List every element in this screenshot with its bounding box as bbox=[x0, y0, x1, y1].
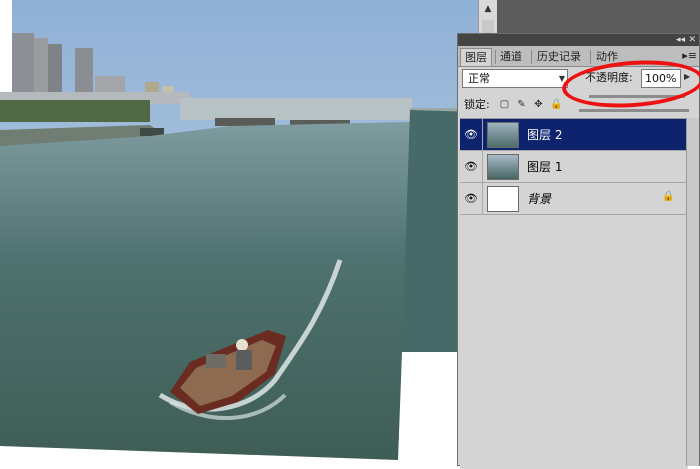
close-icon[interactable]: ✕ bbox=[688, 34, 696, 46]
tab-layers[interactable]: 图层 bbox=[460, 48, 492, 66]
layer-row-layer-2[interactable]: 👁 图层 2 bbox=[460, 119, 688, 151]
layer-thumbnail bbox=[487, 122, 519, 148]
layer-name[interactable]: 图层 1 bbox=[527, 159, 562, 175]
layers-list: 👁 图层 2 👁 图层 1 👁 背景 🔒 bbox=[460, 118, 688, 469]
layers-panel-scrollbar[interactable] bbox=[686, 118, 699, 466]
lock-all-icon[interactable]: 🔒 bbox=[550, 99, 562, 110]
collapse-icon[interactable]: ◂◂ bbox=[676, 34, 685, 46]
scroll-up-icon[interactable]: ▲ bbox=[483, 4, 493, 14]
fill-slider[interactable] bbox=[579, 109, 689, 112]
blend-mode-select[interactable]: 正常 ▼ bbox=[462, 69, 568, 88]
tab-channels[interactable]: 通道 bbox=[496, 48, 526, 66]
layer-name[interactable]: 图层 2 bbox=[527, 127, 562, 143]
eye-icon[interactable]: 👁 bbox=[464, 193, 478, 205]
panel-menu-icon[interactable]: ▸≡ bbox=[682, 49, 697, 62]
panel-titlebar: ◂◂ ✕ bbox=[458, 34, 699, 46]
layer-name[interactable]: 背景 bbox=[527, 191, 551, 207]
layer-thumbnail bbox=[487, 154, 519, 180]
lock-move-icon[interactable]: ✥ bbox=[533, 99, 544, 110]
layer-thumbnail bbox=[487, 186, 519, 212]
lock-icon: 🔒 bbox=[662, 191, 675, 202]
lock-transparency-icon[interactable]: ▢ bbox=[499, 99, 510, 110]
eye-icon[interactable]: 👁 bbox=[464, 161, 478, 173]
tab-history[interactable]: 历史记录 bbox=[533, 48, 585, 66]
layer-row-background[interactable]: 👁 背景 🔒 bbox=[460, 183, 688, 215]
eye-icon[interactable]: 👁 bbox=[464, 129, 478, 141]
layer-row-layer-1[interactable]: 👁 图层 1 bbox=[460, 151, 688, 183]
blend-mode-value: 正常 bbox=[468, 72, 490, 85]
stitched-harbor-photo bbox=[0, 0, 478, 466]
document-canvas[interactable] bbox=[0, 0, 478, 466]
lock-label: 锁定: bbox=[464, 98, 490, 111]
lock-paint-icon[interactable]: ✎ bbox=[516, 99, 527, 110]
